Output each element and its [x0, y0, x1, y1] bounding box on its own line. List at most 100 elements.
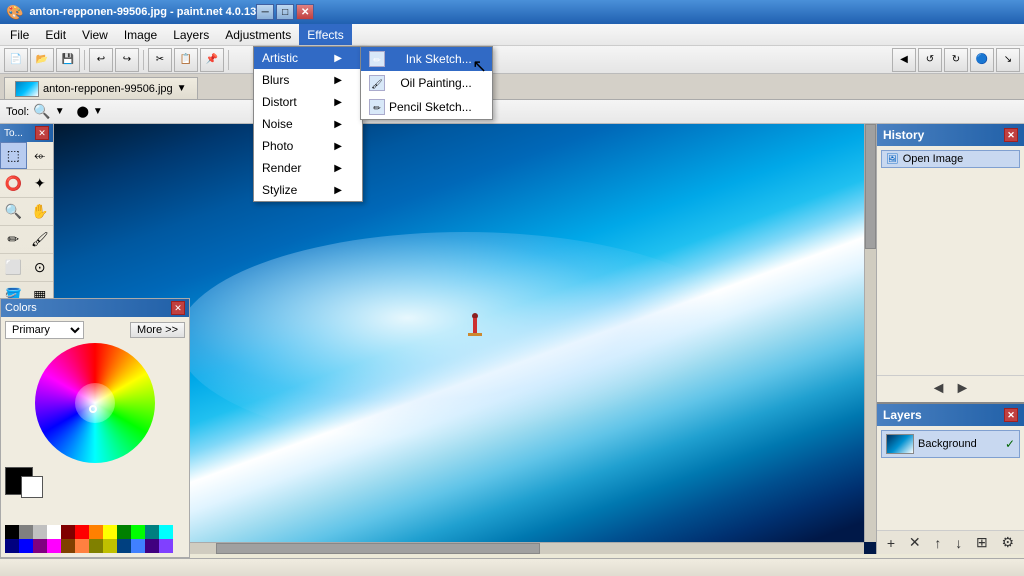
colors-more-button[interactable]: More >> — [130, 322, 185, 338]
effects-render-item[interactable]: Render ▶ — [254, 157, 362, 179]
pan-tool[interactable]: ✋ — [27, 198, 54, 225]
eraser-tool[interactable]: ⬜ — [0, 254, 27, 281]
effects-blurs-item[interactable]: Blurs ▶ — [254, 69, 362, 91]
palette-color-swatch[interactable] — [89, 539, 103, 553]
tab-dropdown[interactable]: ▼ — [177, 83, 187, 94]
magic-wand-tool[interactable]: ✦ — [27, 170, 54, 197]
copy-button[interactable]: 📋 — [174, 48, 198, 72]
ellipse-select-tool[interactable]: ⭕ — [0, 170, 27, 197]
add-layer-button[interactable]: + — [885, 534, 897, 551]
paint-brush-tool[interactable]: 🖌 — [27, 226, 54, 253]
zoom-dropdown[interactable]: ▼ — [55, 106, 65, 117]
redo-button[interactable]: ↪ — [115, 48, 139, 72]
palette-color-swatch[interactable] — [47, 525, 61, 539]
layers-panel-close[interactable]: ✕ — [1004, 408, 1018, 422]
h-scroll-thumb[interactable] — [216, 543, 540, 554]
palette-color-swatch[interactable] — [131, 539, 145, 553]
open-button[interactable]: 📂 — [30, 48, 54, 72]
undo-button[interactable]: ↩ — [89, 48, 113, 72]
menu-file[interactable]: File — [2, 24, 37, 45]
tools-panel-close[interactable]: ✕ — [35, 126, 49, 140]
merge-layer-button[interactable]: ⊞ — [974, 534, 990, 551]
palette-color-swatch[interactable] — [117, 525, 131, 539]
palette-color-swatch[interactable] — [5, 525, 19, 539]
palette-color-swatch[interactable] — [131, 525, 145, 539]
palette-color-swatch[interactable] — [33, 539, 47, 553]
toolbar-extra-1[interactable]: ◀ — [892, 48, 916, 72]
effects-stylize-item[interactable]: Stylize ▶ — [254, 179, 362, 201]
effects-artistic-item[interactable]: Artistic ▶ — [254, 47, 362, 69]
secondary-color-large-swatch[interactable] — [21, 476, 43, 498]
history-back-button[interactable]: ◄ — [931, 380, 947, 398]
color-wheel[interactable] — [35, 343, 155, 463]
cut-button[interactable]: ✂ — [148, 48, 172, 72]
palette-color-swatch[interactable] — [33, 525, 47, 539]
pencil-sketch-item[interactable]: ✏ Pencil Sketch... — [361, 95, 492, 119]
layer-visibility-check[interactable]: ✓ — [1005, 437, 1015, 451]
palette-color-swatch[interactable] — [19, 539, 33, 553]
toolbar-extra-5[interactable]: ↘ — [996, 48, 1020, 72]
palette-color-swatch[interactable] — [117, 539, 131, 553]
history-forward-button[interactable]: ► — [955, 380, 971, 398]
palette-color-swatch[interactable] — [145, 525, 159, 539]
palette-color-swatch[interactable] — [61, 539, 75, 553]
vertical-scrollbar[interactable] — [864, 124, 876, 542]
menu-image[interactable]: Image — [116, 24, 165, 45]
palette-color-swatch[interactable] — [103, 539, 117, 553]
close-button[interactable]: ✕ — [296, 4, 314, 20]
palette-color-swatch[interactable] — [159, 539, 173, 553]
menu-layers[interactable]: Layers — [165, 24, 217, 45]
zoom-tool[interactable]: 🔍 — [0, 198, 27, 225]
palette-color-swatch[interactable] — [19, 525, 33, 539]
save-button[interactable]: 💾 — [56, 48, 80, 72]
color-mode-select[interactable]: Primary Secondary — [5, 321, 84, 339]
tab-image[interactable]: anton-repponen-99506.jpg ▼ — [4, 77, 198, 99]
oil-painting-item[interactable]: 🖌 Oil Painting... — [361, 71, 492, 95]
effects-photo-label: Photo — [262, 139, 293, 153]
tools-panel-header[interactable]: To... ✕ — [0, 124, 53, 142]
history-panel-header[interactable]: History ✕ — [877, 124, 1024, 146]
effects-noise-item[interactable]: Noise ▶ — [254, 113, 362, 135]
move-layer-down-button[interactable]: ↓ — [953, 534, 964, 551]
move-layer-up-button[interactable]: ↑ — [932, 534, 943, 551]
maximize-button[interactable]: □ — [276, 4, 294, 20]
delete-layer-button[interactable]: ✕ — [907, 534, 923, 551]
toolbar-extra-4[interactable]: 🔵 — [970, 48, 994, 72]
effects-distort-item[interactable]: Distort ▶ — [254, 91, 362, 113]
effects-photo-item[interactable]: Photo ▶ — [254, 135, 362, 157]
minimize-button[interactable]: ─ — [256, 4, 274, 20]
v-scroll-thumb[interactable] — [865, 124, 876, 249]
palette-color-swatch[interactable] — [89, 525, 103, 539]
palette-color-swatch[interactable] — [103, 525, 117, 539]
menu-edit[interactable]: Edit — [37, 24, 74, 45]
toolbar-extra-2[interactable]: ↺ — [918, 48, 942, 72]
palette-color-swatch[interactable] — [145, 539, 159, 553]
clone-stamp-tool[interactable]: ⊙ — [27, 254, 54, 281]
palette-color-swatch[interactable] — [47, 539, 61, 553]
brush-dropdown[interactable]: ▼ — [93, 106, 103, 117]
palette-color-swatch[interactable] — [75, 539, 89, 553]
color-wheel-container[interactable] — [35, 343, 155, 463]
tooloptions-bar: Tool: 🔍 ▼ ⬤ ▼ — [0, 100, 1024, 124]
menu-adjustments[interactable]: Adjustments — [217, 24, 299, 45]
layer-item-background[interactable]: Background ✓ — [881, 430, 1020, 458]
menu-view[interactable]: View — [74, 24, 116, 45]
paste-button[interactable]: 📌 — [200, 48, 224, 72]
palette-color-swatch[interactable] — [75, 525, 89, 539]
palette-color-swatch[interactable] — [5, 539, 19, 553]
layers-panel-header[interactable]: Layers ✕ — [877, 404, 1024, 426]
palette-color-swatch[interactable] — [159, 525, 173, 539]
palette-color-swatch[interactable] — [61, 525, 75, 539]
pencil-tool[interactable]: ✏ — [0, 226, 27, 253]
lasso-tool[interactable]: ⬰ — [27, 142, 54, 169]
toolbar-extra-3[interactable]: ↻ — [944, 48, 968, 72]
new-button[interactable]: 📄 — [4, 48, 28, 72]
colors-panel-header[interactable]: Colors ✕ — [1, 299, 189, 317]
history-item[interactable]: 🖼 Open Image — [881, 150, 1020, 168]
layer-properties-button[interactable]: ⚙ — [1000, 534, 1017, 551]
colors-panel-close[interactable]: ✕ — [171, 301, 185, 315]
ink-sketch-item[interactable]: ✏ Ink Sketch... — [361, 47, 492, 71]
menu-effects[interactable]: Effects — [299, 24, 351, 45]
history-panel-close[interactable]: ✕ — [1004, 128, 1018, 142]
select-tool[interactable]: ⬚ — [0, 142, 27, 169]
